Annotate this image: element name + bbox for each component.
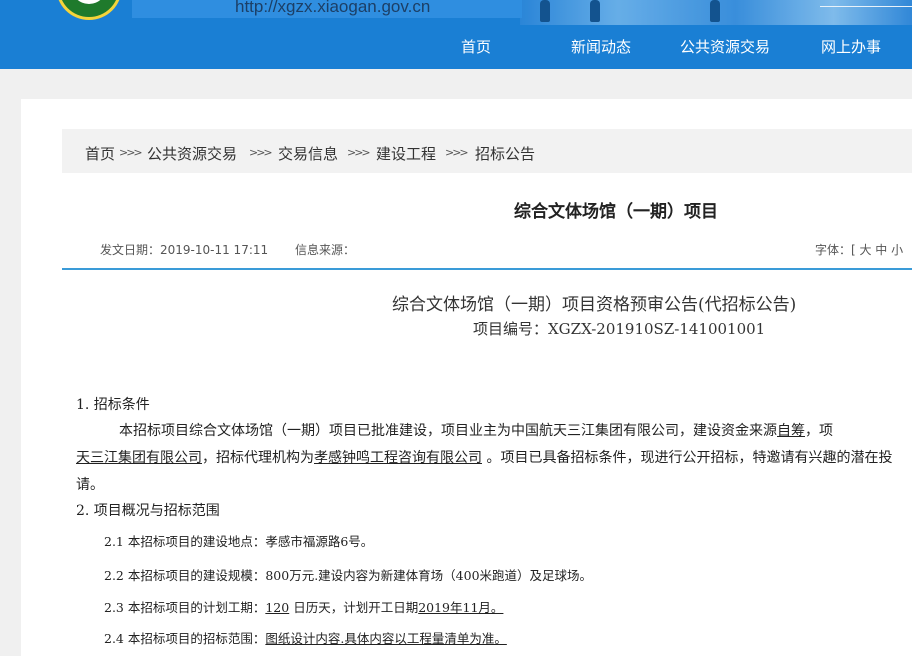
article-title: 综合文体场馆（一期）项目 [514,202,718,222]
banner-figure [710,0,720,22]
banner-figure [540,0,550,22]
list-item: 2.2 本招标项目的建设规模：800万元.建设内容为新建体育场（400米跑道）及… [104,568,593,583]
banner-line [820,6,912,7]
breadcrumb-public-resource[interactable]: 公共资源交易 [147,143,237,164]
breadcrumb-construction[interactable]: 建设工程 [376,143,436,164]
underlined-text: 2019年11月。 [418,600,504,615]
list-item: 2.4 本招标项目的招标范围：图纸设计内容.具体内容以工程量清单为准。 [104,628,507,647]
underlined-text: 120 [265,600,290,615]
banner-figure [590,0,600,22]
paragraph-line: 本招标项目综合文体场馆（一期）项目已批准建设，项目业主为中国航天三江集团有限公司… [119,420,833,440]
text-segment: 2.3 本招标项目的计划工期： [104,600,266,615]
text-segment: ，招标代理机构为 [202,450,314,466]
breadcrumb-tender-notice[interactable]: 招标公告 [475,143,535,164]
breadcrumb-separator: >>> [249,146,273,159]
logo-emblem [71,0,107,4]
site-url: http://xgzx.xiaogan.gov.cn [235,0,431,16]
text-segment: 日历天，计划开工日期 [289,600,419,615]
content-panel: 首页 >>> 公共资源交易 >>> 交易信息 >>> 建设工程 >>> 招标公告… [21,99,912,656]
text-segment: ，项 [805,423,833,439]
text-segment: 。项目已具备招标条件，现进行公开招标，特邀请有兴趣的潜在投 [482,450,893,466]
font-size-control[interactable]: 字体：[ 大 中 小 [815,241,903,258]
section-heading: 1. 招标条件 [76,397,150,413]
nav-online-services[interactable]: 网上办事 [821,36,881,57]
list-item: 2.1 本招标项目的建设地点：孝感市福源路6号。 [104,534,374,549]
site-header: http://xgzx.xiaogan.gov.cn 首页 新闻动态 公共资源交… [0,0,912,69]
breadcrumb-home[interactable]: 首页 [85,143,115,164]
underlined-text: 图纸设计内容.具体内容以工程量清单为准。 [265,631,507,646]
nav-public-resource-trading[interactable]: 公共资源交易 [680,36,770,57]
section-heading: 2. 项目概况与招标范围 [76,503,220,519]
breadcrumb-separator: >>> [119,146,143,159]
list-item: 2.3 本招标项目的计划工期：120 日历天，计划开工日期2019年11月。 [104,597,503,616]
underlined-text: 天三江集团有限公司 [76,450,202,466]
nav-home[interactable]: 首页 [461,36,491,57]
nav-news[interactable]: 新闻动态 [571,36,631,57]
underlined-text: 自筹 [777,423,805,439]
breadcrumb-separator: >>> [347,146,371,159]
title-divider [62,268,912,270]
paragraph-line: 天三江集团有限公司，招标代理机构为孝感钟鸣工程咨询有限公司 。项目已具备招标条件… [76,447,892,467]
info-source: 信息来源： [295,243,356,257]
paragraph-line: 请。 [76,477,104,493]
header-banner-photo [520,0,912,25]
text-segment: 2.4 本招标项目的招标范围： [104,631,266,646]
publish-date: 发文日期：2019-10-11 17:11 [100,243,269,257]
document-title: 综合文体场馆（一期）项目资格预审公告(代招标公告) [392,295,797,315]
text-segment: 本招标项目综合文体场馆（一期）项目已批准建设，项目业主为中国航天三江集团有限公司… [119,423,777,439]
breadcrumb-trading-info[interactable]: 交易信息 [278,143,338,164]
project-number: 项目编号：XGZX-201910SZ-141001001 [473,320,766,338]
site-logo[interactable] [56,0,122,20]
underlined-text: 孝感钟鸣工程咨询有限公司 [314,450,482,466]
breadcrumb-separator: >>> [445,146,469,159]
